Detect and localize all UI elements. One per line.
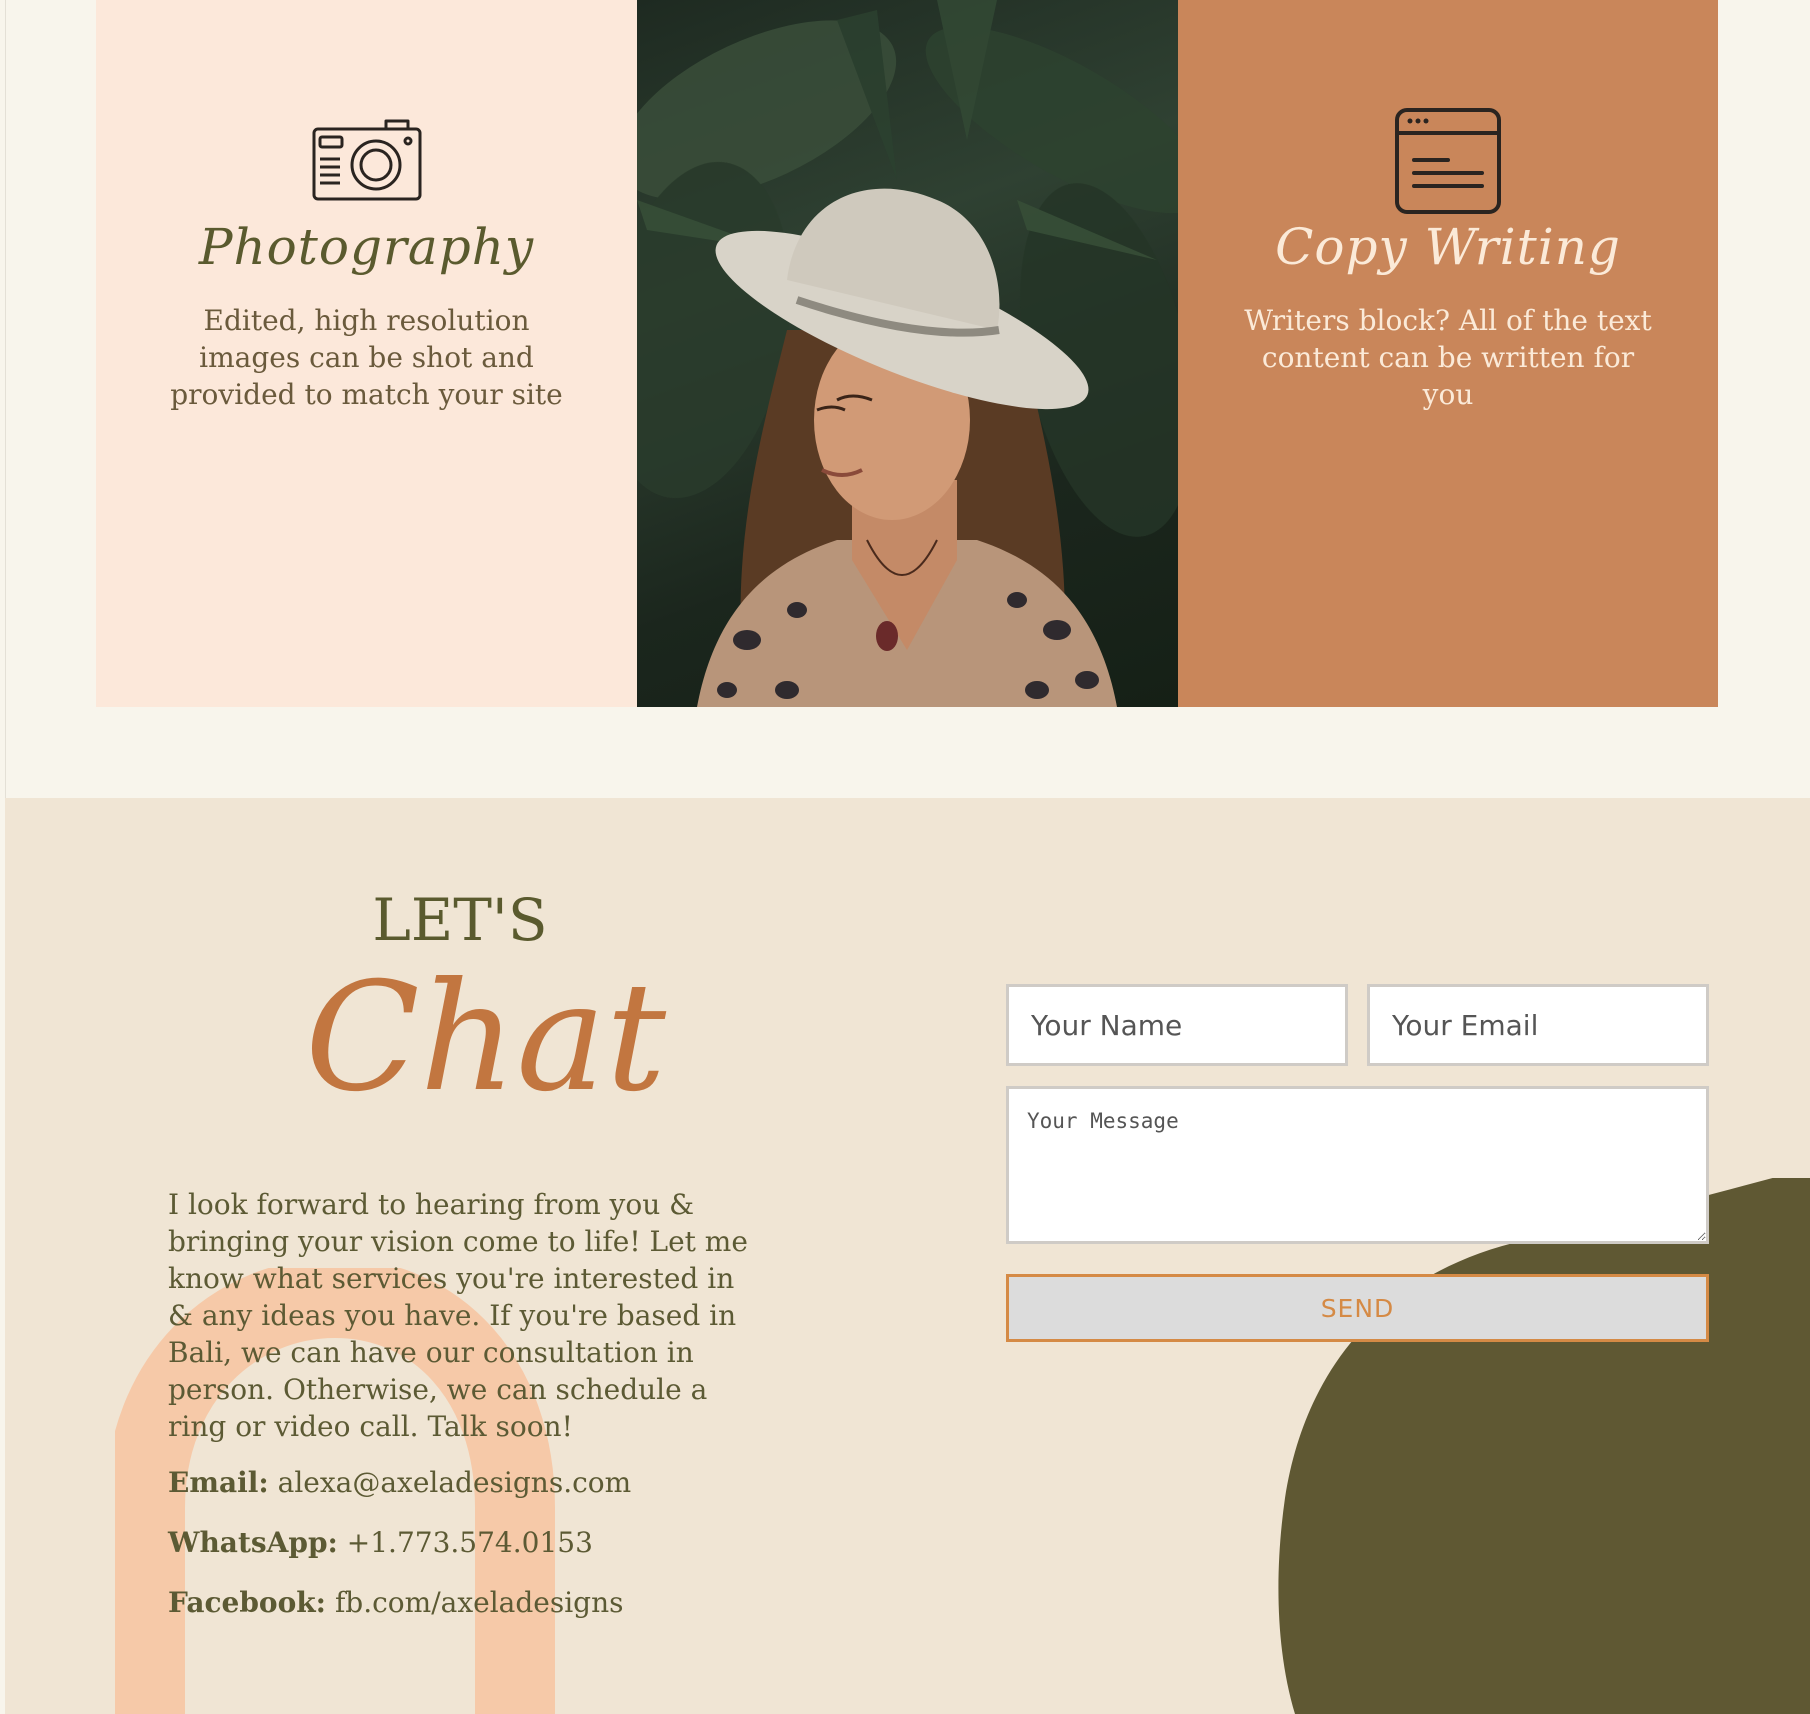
contact-section: LET'S Chat I look forward to hearing fro… xyxy=(5,798,1810,1714)
service-card-photography: Photography Edited, high resolution imag… xyxy=(96,0,637,707)
facebook-value[interactable]: fb.com/axeladesigns xyxy=(335,1586,624,1619)
service-description: Edited, high resolution images can be sh… xyxy=(170,304,563,411)
contact-whatsapp-line: WhatsApp: +1.773.574.0153 xyxy=(168,1526,593,1559)
portrait-illustration xyxy=(637,0,1178,707)
services-section: Photography Edited, high resolution imag… xyxy=(96,0,1718,707)
portrait-photo xyxy=(637,0,1178,707)
service-description: Writers block? All of the text content c… xyxy=(1244,304,1652,411)
contact-intro-text: I look forward to hearing from you & bri… xyxy=(168,1188,748,1443)
service-title: Copy Writing xyxy=(1275,218,1621,276)
email-input[interactable] xyxy=(1367,984,1709,1066)
contact-heading-script: Chat xyxy=(305,951,667,1125)
decorative-blob-shape xyxy=(1278,1178,1810,1714)
name-input[interactable] xyxy=(1006,984,1348,1066)
contact-email-line: Email: alexa@axeladesigns.com xyxy=(168,1466,631,1499)
contact-facebook-line: Facebook: fb.com/axeladesigns xyxy=(168,1586,624,1619)
browser-window-icon xyxy=(1395,108,1501,214)
service-card-copy-writing: Copy Writing Writers block? All of the t… xyxy=(1178,0,1718,707)
email-label: Email: xyxy=(168,1466,269,1499)
send-button[interactable]: SEND xyxy=(1006,1274,1709,1342)
service-title: Photography xyxy=(198,218,535,276)
whatsapp-value[interactable]: +1.773.574.0153 xyxy=(347,1526,593,1559)
contact-heading-top: LET'S xyxy=(372,886,548,954)
whatsapp-label: WhatsApp: xyxy=(168,1526,338,1559)
message-textarea[interactable] xyxy=(1006,1086,1709,1244)
email-value[interactable]: alexa@axeladesigns.com xyxy=(278,1466,632,1499)
camera-icon xyxy=(312,119,421,201)
facebook-label: Facebook: xyxy=(168,1586,327,1619)
